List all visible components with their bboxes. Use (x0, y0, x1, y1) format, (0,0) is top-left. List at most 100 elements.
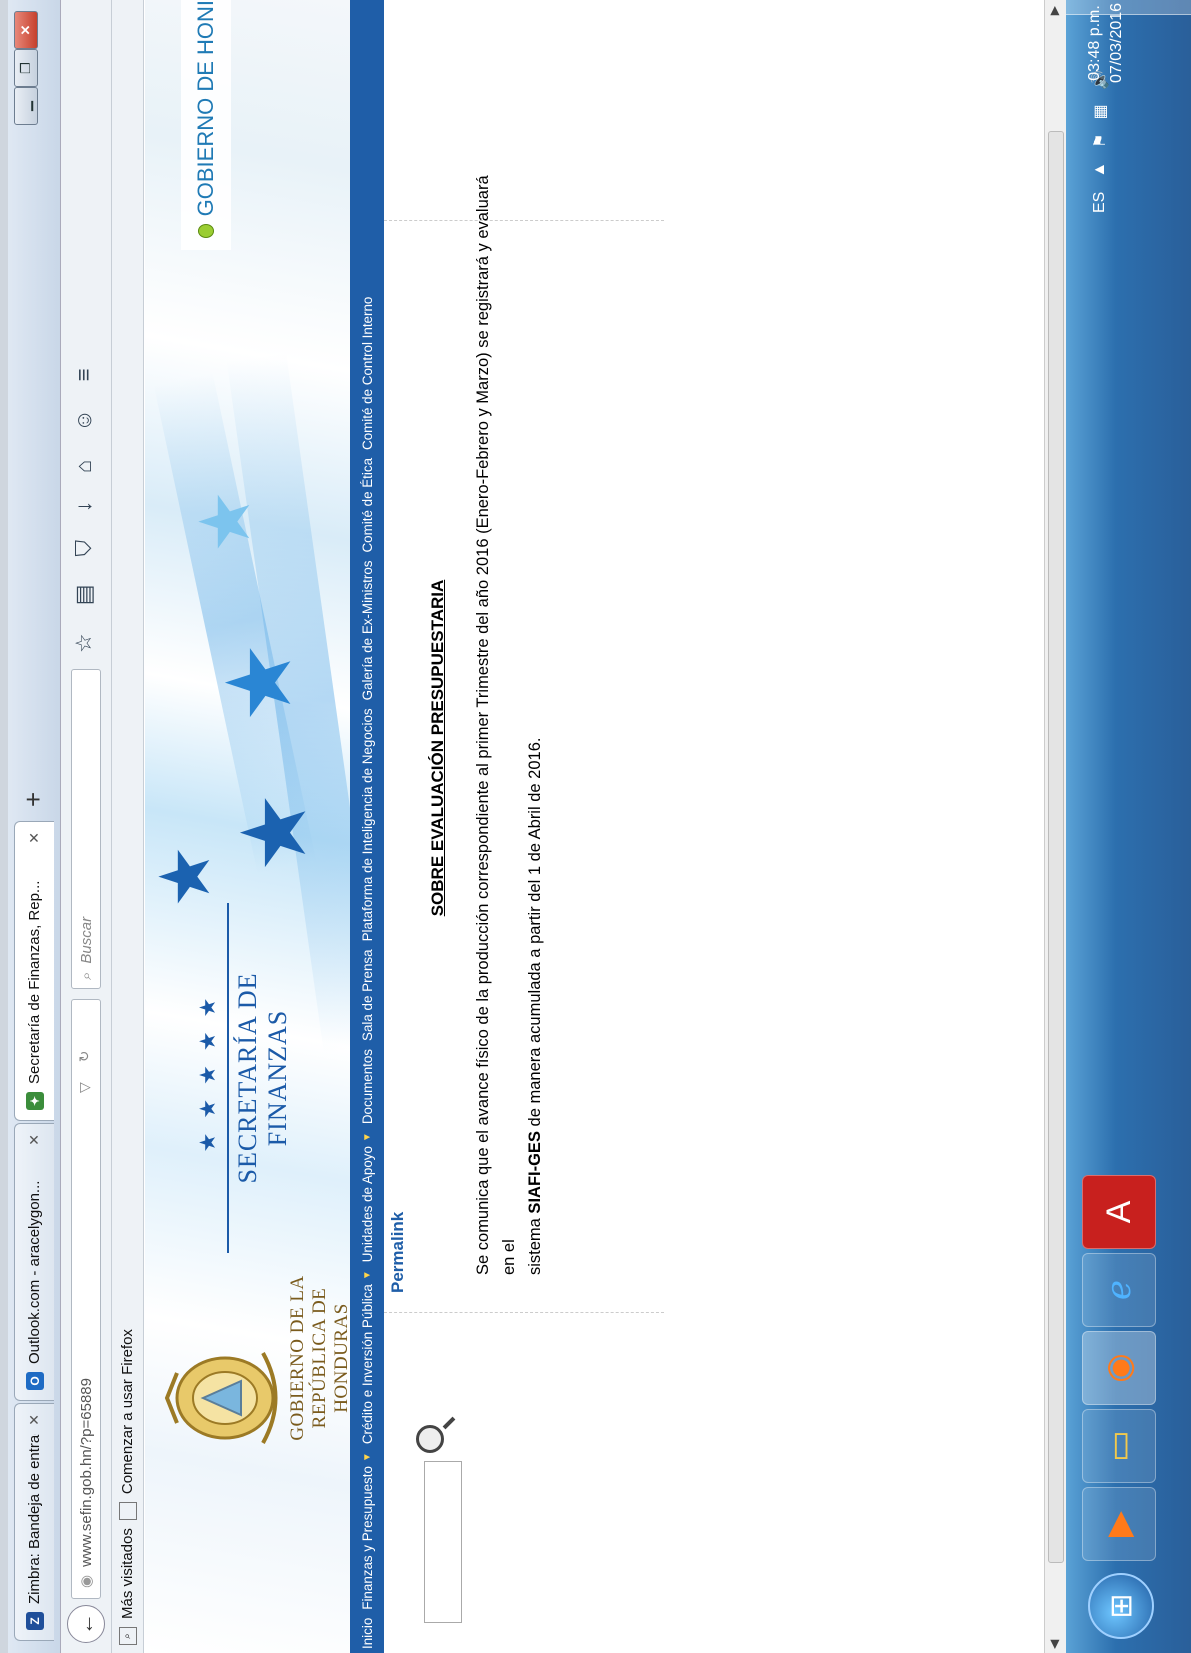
acrobat-icon[interactable]: A (1082, 1175, 1156, 1249)
site-header: ★ ★ ★ ★ GOBIERNO DE LA REPÚBLICA DE HOND… (145, 0, 350, 1653)
menu-item-label: Comité de Control Interno (359, 296, 375, 450)
menu-item-documentos[interactable]: Documentos (360, 1045, 375, 1128)
scan-edge (0, 0, 8, 1653)
restore-button[interactable]: ❐ (14, 49, 38, 87)
globe-icon: ◉ (78, 1574, 95, 1588)
close-icon[interactable]: ✕ (26, 832, 43, 844)
reload-icon[interactable]: ↻ (76, 1050, 93, 1062)
sefin-title: SECRETARÍA DE FINANZAS (233, 972, 292, 1184)
tab-label: Zimbra: Bandeja de entrada (26, 1433, 43, 1604)
flag-alert-icon[interactable]: ⚑ (1090, 133, 1110, 147)
close-icon[interactable]: ✕ (26, 1414, 43, 1426)
siafi-ges-text: SIAFI-GES (526, 1131, 544, 1214)
menu-item-sala-prensa[interactable]: Sala de Prensa (360, 945, 375, 1045)
taskbar: ⊞ ▶ ▭ ◉ ℯ A ES ▲ ⚑ ▦ 🔊 03:48 p.m. 07/03/… (1066, 0, 1191, 1653)
sefin-stars-icon: ★★★★★ (195, 983, 220, 1153)
url-text: www.sefin.gob.hn/?p=65889 (77, 1378, 95, 1567)
file-explorer-icon[interactable]: ▭ (1082, 1409, 1156, 1483)
internet-explorer-icon[interactable]: ℯ (1082, 1253, 1156, 1327)
bookmark-icon: ⌕ (118, 1627, 137, 1645)
flag-star-icon: ★ (146, 845, 224, 908)
menu-item-credito[interactable]: Crédito e Inversión Pública ▼ (360, 1266, 375, 1448)
search-bar[interactable]: ⌕ Buscar (71, 669, 101, 989)
main-menu: Inicio Finanzas y Presupuesto ▼ Crédito e… (350, 0, 384, 1653)
post-text: de manera acumulada a partir del 1 de Ab… (526, 737, 544, 1132)
search-icon: ⌕ (77, 971, 95, 980)
url-actions: ▽ ↻ (76, 1050, 93, 1093)
firefox-icon[interactable]: ◉ (1082, 1331, 1156, 1405)
horizontal-scrollbar[interactable]: ◀ ▶ (1044, 0, 1067, 1653)
gobierno-link-label: GOBIERNO DE HONI (193, 0, 218, 217)
menu-item-label: Unidades de Apoyo (359, 1146, 375, 1263)
dropdown-arrow-icon[interactable]: ▽ (76, 1082, 93, 1093)
start-button[interactable]: ⊞ (1088, 1573, 1154, 1639)
tab-outlook[interactable]: O Outlook.com - aracelygon... ✕ (14, 1123, 54, 1401)
menu-item-control-interno[interactable]: Comité de Control Interno (360, 293, 375, 454)
tab-label: Outlook.com - aracelygon... (26, 1180, 43, 1364)
clipboard-icon[interactable]: ▤ (71, 584, 97, 605)
menu-item-inicio[interactable]: Inicio (360, 1614, 375, 1653)
close-icon[interactable]: ✕ (26, 1134, 43, 1146)
magnifier-icon[interactable] (416, 1425, 444, 1453)
windows-logo-icon: ⊞ (1104, 1593, 1138, 1619)
post-line-1: Se comunica que el avance físico de la p… (474, 175, 518, 1275)
pocket-icon[interactable]: ⛉ (71, 540, 97, 557)
tab-sefin[interactable]: ✦ Secretaría de Finanzas, Rep... ✕ (14, 821, 54, 1121)
home-icon[interactable]: ⌂ (71, 460, 97, 473)
coat-of-arms-icon (164, 1352, 278, 1444)
minimize-button[interactable]: ▁ (14, 87, 38, 125)
menu-item-label: Finanzas y Presupuesto (359, 1466, 375, 1610)
tab-zimbra[interactable]: Z Zimbra: Bandeja de entrada ✕ (14, 1403, 54, 1641)
network-icon[interactable]: ▦ (1090, 104, 1110, 119)
menu-item-label: Plataforma de Inteligencia de Negocios (359, 708, 375, 942)
language-indicator[interactable]: ES (1091, 192, 1109, 213)
smiley-icon[interactable]: ☺ (71, 409, 97, 431)
scroll-right-icon[interactable]: ▶ (1047, 6, 1061, 15)
menu-item-label: Sala de Prensa (359, 949, 375, 1041)
download-arrow-icon[interactable]: ↓ (71, 501, 97, 512)
chevron-down-icon: ▼ (361, 1132, 373, 1143)
media-player-icon[interactable]: ▶ (1082, 1487, 1156, 1561)
nav-bar: ← ◉ www.sefin.gob.hn/?p=65889 ▽ ↻ ⌕ Busc… (61, 0, 112, 1653)
menu-item-plataforma[interactable]: Plataforma de Inteligencia de Negocios (360, 704, 375, 945)
bookmark-getting-started[interactable]: Comenzar a usar Firefox (119, 1329, 136, 1494)
zimbra-icon: Z (25, 1612, 44, 1630)
new-tab-button[interactable]: + (18, 792, 49, 807)
menu-item-etica[interactable]: Comité de Ética (360, 454, 375, 557)
post-body: Se comunica que el avance físico de la p… (470, 175, 548, 1275)
window-close-button[interactable]: ✕ (14, 11, 38, 49)
menu-item-galeria[interactable]: Galería de Ex-Ministros (360, 557, 375, 705)
bookmark-most-visited[interactable]: Más visitados (119, 1528, 136, 1619)
tab-label: Secretaría de Finanzas, Rep... (26, 880, 43, 1084)
status-dot-icon (198, 224, 214, 238)
column-divider (384, 1312, 664, 1313)
sefin-icon: ✦ (25, 1092, 44, 1110)
scrollbar-thumb[interactable] (1048, 131, 1064, 1563)
chevron-down-icon: ▼ (361, 1452, 373, 1463)
back-arrow-icon[interactable]: ← (67, 1605, 105, 1643)
toolbar-icons: ☆ ▤ ⛉ ↓ ⌂ ☺ ≡ (71, 368, 97, 653)
star-icon[interactable]: ☆ (71, 633, 97, 653)
outlook-icon: O (25, 1372, 44, 1390)
flag-star-icon: ★ (210, 642, 310, 723)
menu-item-finanzas[interactable]: Finanzas y Presupuesto ▼ (360, 1448, 375, 1614)
tray-expand-icon[interactable]: ▲ (1091, 162, 1109, 178)
gobierno-link[interactable]: GOBIERNO DE HONI (181, 0, 231, 250)
menu-item-label: Comité de Ética (359, 457, 375, 553)
menu-item-unidades[interactable]: Unidades de Apoyo ▼ (360, 1128, 375, 1266)
page-icon (118, 1502, 137, 1521)
search-placeholder: Buscar (77, 916, 95, 964)
screen: Z Zimbra: Bandeja de entrada ✕ O Outlook… (0, 0, 1191, 1653)
scroll-left-icon[interactable]: ◀ (1047, 1640, 1061, 1649)
system-tray: ES ▲ ⚑ ▦ 🔊 (1090, 70, 1110, 213)
menu-item-label: Crédito e Inversión Pública (359, 1284, 375, 1445)
page-content: Permalink SOBRE EVALUACIÓN PRESUPUESTARI… (384, 0, 1044, 1653)
site-search-input[interactable] (424, 1461, 462, 1623)
government-line-1: GOBIERNO DE LA (287, 1275, 308, 1441)
permalink-link[interactable]: Permalink (388, 1212, 408, 1293)
flag-star-icon: ★ (225, 792, 325, 873)
bookmarks-bar: ⌕ Más visitados Comenzar a usar Firefox (112, 0, 144, 1653)
show-desktop-button[interactable] (1066, 0, 1191, 15)
menu-icon[interactable]: ≡ (71, 368, 97, 381)
chevron-down-icon: ▼ (361, 1270, 373, 1281)
